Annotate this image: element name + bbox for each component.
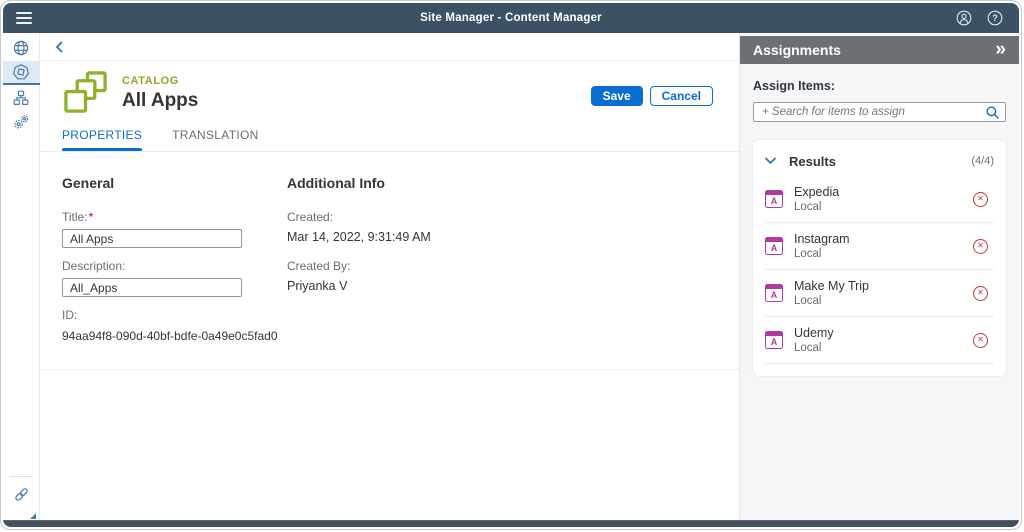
- svg-text:?: ?: [992, 13, 998, 23]
- item-subtitle: Local: [794, 248, 822, 260]
- item-subtitle: Local: [794, 295, 822, 307]
- app-icon: A: [765, 331, 783, 349]
- nav-hierarchy-icon[interactable]: [3, 87, 40, 109]
- additional-info-heading: Additional Info: [287, 175, 385, 191]
- id-field-label: ID:: [62, 308, 78, 322]
- section-divider: [40, 369, 739, 370]
- created-by-value: Priyanka V: [287, 279, 348, 293]
- item-subtitle: Local: [794, 342, 822, 354]
- link-icon[interactable]: [13, 486, 30, 508]
- nav-settings-gears-icon[interactable]: [3, 111, 40, 133]
- shell-title: Site Manager - Content Manager: [420, 12, 602, 24]
- description-field-label: Description:: [62, 259, 126, 273]
- content-area: CATALOG All Apps Save Cancel PROPERTIES …: [40, 33, 739, 520]
- item-title: Instagram: [794, 232, 850, 246]
- item-title: Make My Trip: [794, 279, 870, 293]
- bottom-shell-bar: [3, 520, 1019, 527]
- assign-search-input[interactable]: [762, 106, 986, 118]
- search-icon[interactable]: [986, 106, 999, 119]
- required-asterisk: *: [88, 210, 94, 224]
- assign-items-label: Assign Items:: [753, 79, 835, 93]
- item-subtitle: Local: [794, 201, 822, 213]
- rail-resize-grip[interactable]: [30, 513, 36, 519]
- general-section-heading: General: [62, 175, 115, 191]
- title-field-label: Title:*: [62, 210, 94, 224]
- catalog-icon: [64, 71, 107, 113]
- cancel-button[interactable]: Cancel: [649, 86, 713, 106]
- description-input[interactable]: [62, 278, 242, 297]
- results-card: Results (4/4) A Expedia Local ✕ A Instag…: [753, 140, 1006, 376]
- save-button[interactable]: Save: [590, 86, 643, 106]
- app-icon: A: [765, 284, 783, 302]
- list-item-make-my-trip[interactable]: A Make My Trip Local ✕: [765, 270, 994, 317]
- results-count: (4/4): [971, 155, 994, 167]
- nav-globe-icon[interactable]: [3, 37, 40, 59]
- results-header-label: Results: [789, 153, 836, 169]
- item-title: Udemy: [794, 326, 834, 340]
- results-collapse-icon[interactable]: [765, 157, 776, 165]
- item-title: Expedia: [794, 185, 840, 199]
- remove-assignment-icon[interactable]: ✕: [973, 332, 988, 348]
- rail-divider: [10, 476, 32, 477]
- assign-search-box: [753, 102, 1006, 122]
- list-item-expedia[interactable]: A Expedia Local ✕: [765, 176, 994, 223]
- remove-assignment-icon[interactable]: ✕: [973, 285, 988, 301]
- side-navigation-rail: [3, 33, 40, 520]
- tab-translation[interactable]: TRANSLATION: [172, 128, 258, 151]
- help-icon[interactable]: ?: [987, 10, 1003, 26]
- created-by-label: Created By:: [287, 259, 351, 273]
- remove-assignment-icon[interactable]: ✕: [973, 191, 988, 207]
- nav-content-manager-icon[interactable]: [3, 61, 40, 85]
- collapse-panel-icon[interactable]: »: [995, 40, 1006, 61]
- remove-assignment-icon[interactable]: ✕: [973, 238, 988, 254]
- list-item-udemy[interactable]: A Udemy Local ✕: [765, 317, 994, 364]
- back-icon[interactable]: [54, 41, 66, 53]
- assignments-panel: Assignments » Assign Items: + Search for…: [739, 33, 1019, 520]
- page-title: All Apps: [122, 90, 199, 111]
- tab-properties[interactable]: PROPERTIES: [62, 128, 143, 151]
- tab-bar: PROPERTIES TRANSLATION: [40, 128, 739, 152]
- app-window: Site Manager - Content Manager ? CATALOG…: [0, 0, 1022, 530]
- list-item-instagram[interactable]: A Instagram Local ✕: [765, 223, 994, 270]
- created-label: Created:: [287, 210, 334, 224]
- user-avatar-icon[interactable]: [956, 10, 972, 26]
- app-icon: A: [765, 237, 783, 255]
- title-input[interactable]: [62, 229, 242, 248]
- app-icon: A: [765, 190, 783, 208]
- object-category-label: CATALOG: [122, 75, 179, 87]
- shell-bar: Site Manager - Content Manager ?: [3, 3, 1019, 33]
- assignments-panel-title: Assignments: [753, 42, 841, 58]
- created-value: Mar 14, 2022, 9:31:49 AM: [287, 230, 431, 244]
- id-value: 94aa94f8-090d-40bf-bdfe-0a49e0c5fad0: [62, 329, 278, 343]
